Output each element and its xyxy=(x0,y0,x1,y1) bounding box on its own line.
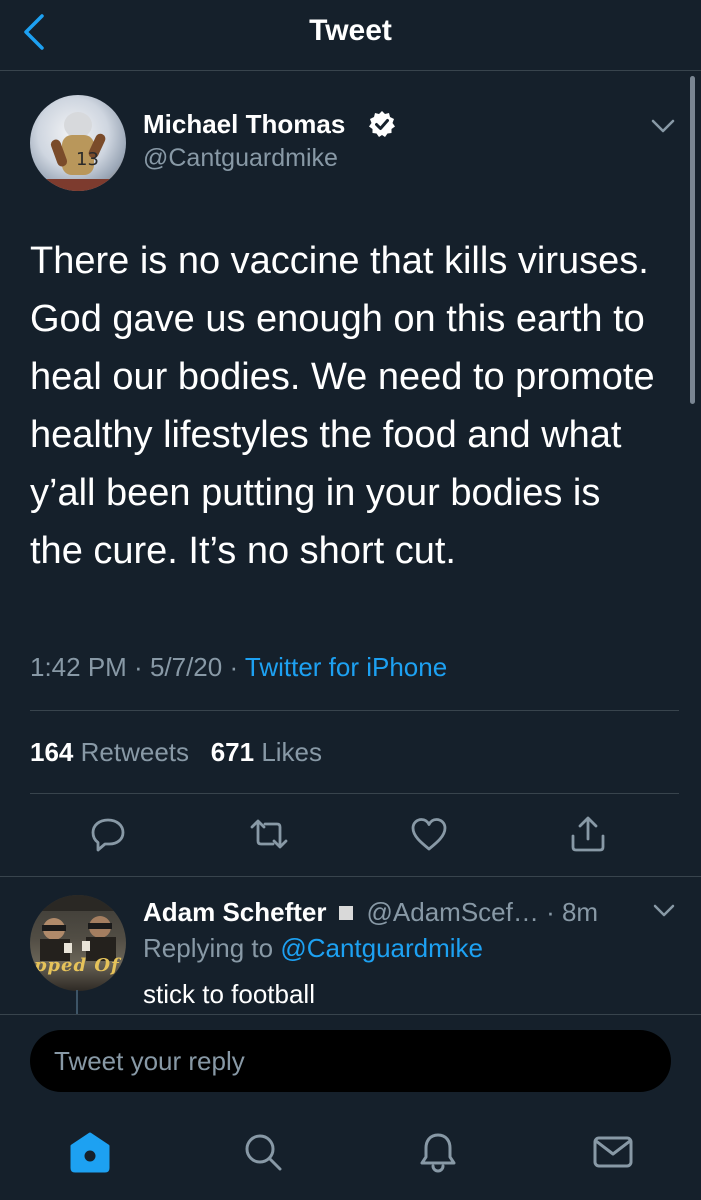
reply-handle-time[interactable]: @AdamScef… · 8m xyxy=(367,897,599,927)
notifications-icon xyxy=(420,1133,456,1173)
reply-author-avatar[interactable]: ipped Of xyxy=(30,895,126,991)
meta-separator: · xyxy=(126,652,150,682)
replying-prefix: Replying to xyxy=(143,933,281,963)
tweet-text: There is no vaccine that kills viruses. … xyxy=(30,240,655,572)
author-avatar[interactable]: 13 xyxy=(30,95,126,191)
section-divider xyxy=(0,876,701,877)
replying-mention-link[interactable]: @Cantguardmike xyxy=(280,933,483,963)
retweets-label: Retweets xyxy=(80,737,190,767)
tab-search[interactable] xyxy=(241,1130,285,1174)
square-emoji xyxy=(338,906,353,921)
reply-author-name[interactable]: Adam Schefter xyxy=(143,897,327,927)
thread-connector xyxy=(76,990,78,1015)
search-icon xyxy=(245,1134,282,1171)
meta-separator: · xyxy=(222,652,245,682)
reply-text: stick to football xyxy=(143,979,315,1009)
retweet-button[interactable] xyxy=(249,814,289,854)
reply-header: Adam Schefter @AdamScef… · 8m xyxy=(143,895,598,929)
tab-messages[interactable] xyxy=(591,1130,635,1174)
divider xyxy=(30,710,679,711)
section-divider xyxy=(0,1014,701,1015)
retweets-count: 164 xyxy=(30,737,74,767)
share-button[interactable] xyxy=(568,814,608,854)
home-icon xyxy=(70,1132,110,1173)
divider xyxy=(30,793,679,794)
svg-text:13: 13 xyxy=(76,149,99,170)
reply-placeholder: Tweet your reply xyxy=(54,1046,245,1076)
replying-to-line: Replying to @Cantguardmike xyxy=(143,931,483,965)
page-title: Tweet xyxy=(309,14,392,47)
chevron-down-icon[interactable] xyxy=(652,902,676,920)
avatar-caption: ipped Of xyxy=(30,955,120,976)
reply-button[interactable] xyxy=(88,814,128,854)
top-nav-bar: Tweet xyxy=(0,0,701,71)
tab-notifications[interactable] xyxy=(416,1130,460,1174)
scrollbar[interactable] xyxy=(690,76,695,404)
chevron-down-icon[interactable] xyxy=(650,116,676,136)
share-icon xyxy=(571,816,605,852)
likes-label: Likes xyxy=(261,737,323,767)
tweet-date: 5/7/20 xyxy=(149,652,223,682)
tweet-stats: 164 Retweets 671 Likes xyxy=(30,735,322,769)
reply-icon xyxy=(91,818,125,852)
messages-icon xyxy=(593,1136,633,1168)
reply-input[interactable]: Tweet your reply xyxy=(30,1030,671,1092)
retweet-icon xyxy=(250,819,288,849)
tab-home[interactable] xyxy=(68,1130,112,1174)
tweet-source-link[interactable]: Twitter for iPhone xyxy=(245,652,447,682)
like-button[interactable] xyxy=(409,814,449,854)
tweet-time: 1:42 PM xyxy=(30,652,127,682)
author-handle[interactable]: @Cantguardmike xyxy=(143,142,338,174)
player-photo: 13 xyxy=(30,112,126,191)
likes-count: 671 xyxy=(210,737,255,767)
movie-poster-image xyxy=(30,895,126,961)
tweet-metadata: 1:42 PM · 5/7/20 · Twitter for iPhone xyxy=(30,650,447,684)
retweets-stat[interactable]: 164 Retweets xyxy=(30,737,189,767)
author-name[interactable]: Michael Thomas xyxy=(143,108,345,140)
like-icon xyxy=(411,818,447,851)
likes-stat[interactable]: 671 Likes xyxy=(211,737,322,767)
verified-badge-icon xyxy=(369,111,395,137)
